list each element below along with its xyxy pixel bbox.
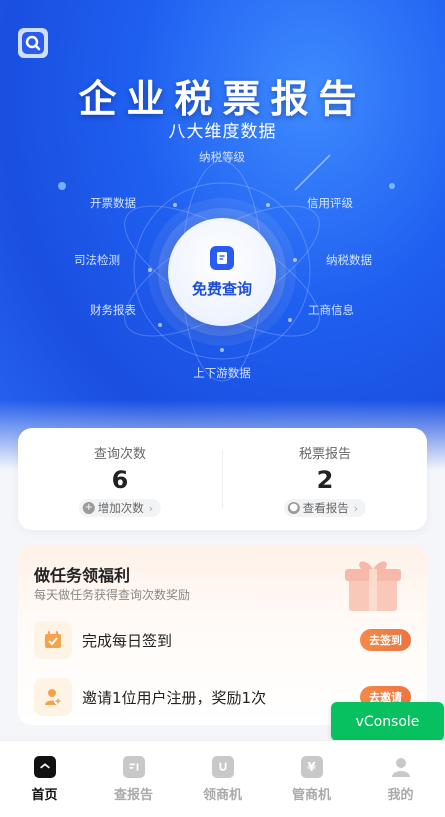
- free-query-label: 免费查询: [191, 279, 252, 298]
- tab-opportunity[interactable]: 领商机: [178, 741, 267, 817]
- dimension-tax-grade: 纳税等级: [199, 150, 245, 164]
- chevron-right-icon: ›: [148, 501, 154, 515]
- dimension-business-info: 工商信息: [308, 303, 354, 317]
- vconsole-button[interactable]: vConsole: [331, 702, 444, 741]
- tab-mine[interactable]: 我的: [356, 741, 445, 817]
- plus-icon: +: [82, 502, 95, 514]
- search-icon: [22, 32, 44, 54]
- tab-manage[interactable]: ¥ 管商机: [267, 741, 356, 817]
- manage-icon: ¥: [300, 756, 323, 778]
- dimension-supply-chain: 上下游数据: [193, 366, 251, 380]
- task-subtitle: 每天做任务获得查询次数奖励: [34, 588, 191, 602]
- task-card: 做任务领福利 每天做任务获得查询次数奖励 完成每日签到 去签到 邀请1位用户注册…: [18, 545, 427, 725]
- calendar-icon: [34, 621, 72, 659]
- checkin-button[interactable]: 去签到: [360, 629, 411, 651]
- eye-icon: ●: [287, 502, 300, 514]
- dimension-judicial: 司法检测: [74, 253, 120, 267]
- task-checkin-label: 完成每日签到: [82, 631, 173, 650]
- reports-title: 税票报告: [298, 447, 351, 462]
- reports-stat: 税票报告 2 ● 查看报告 ›: [223, 428, 427, 530]
- tab-mine-label: 我的: [387, 788, 414, 803]
- home-icon: [33, 756, 56, 778]
- dimension-tax-data: 纳税数据: [326, 253, 372, 267]
- add-count-button[interactable]: + 增加次数 ›: [78, 499, 162, 517]
- bottom-tab-bar: 首页 查报告 领商机 ¥ 管商机 我的: [0, 740, 445, 817]
- report-icon: [122, 756, 145, 778]
- search-logo-button[interactable]: [18, 28, 48, 58]
- document-icon: [210, 245, 234, 270]
- invite-user-icon: [34, 678, 72, 716]
- dimension-financial: 财务报表: [90, 303, 136, 317]
- tab-home-label: 首页: [31, 788, 58, 803]
- hero-title: 企业税票报告: [78, 77, 367, 121]
- query-count-value: 6: [111, 466, 129, 494]
- add-count-label: 增加次数: [97, 501, 144, 515]
- view-reports-button[interactable]: ● 查看报告 ›: [283, 499, 367, 517]
- tab-report[interactable]: 查报告: [89, 741, 178, 817]
- query-count-stat: 查询次数 6 + 增加次数 ›: [18, 428, 222, 530]
- chevron-right-icon: ›: [353, 501, 359, 515]
- task-title: 做任务领福利: [34, 566, 131, 585]
- task-row-checkin: 完成每日签到 去签到: [18, 617, 427, 663]
- hero-banner: 企业税票报告 八大维度数据 纳税等级 开票数据 信用评级 司法检测 纳税数据 财…: [0, 0, 445, 470]
- tab-manage-label: 管商机: [291, 788, 331, 803]
- task-invite-label: 邀请1位用户注册，奖励1次: [82, 688, 267, 707]
- user-icon: [390, 756, 412, 778]
- stats-card: 查询次数 6 + 增加次数 › 税票报告 2 ● 查看报告 ›: [18, 428, 427, 530]
- hero-subtitle: 八大维度数据: [168, 122, 277, 142]
- view-reports-label: 查看报告: [302, 501, 349, 515]
- opportunity-icon: [211, 756, 234, 778]
- tab-report-label: 查报告: [113, 788, 153, 803]
- query-count-title: 查询次数: [93, 447, 146, 462]
- tab-opportunity-label: 领商机: [202, 788, 242, 803]
- gift-icon: [345, 561, 401, 611]
- tab-home[interactable]: 首页: [0, 741, 89, 817]
- reports-value: 2: [316, 466, 334, 494]
- dimension-invoice-data: 开票数据: [90, 196, 136, 210]
- dimension-credit-rating: 信用评级: [307, 196, 353, 210]
- free-query-button[interactable]: 免费查询: [168, 218, 276, 326]
